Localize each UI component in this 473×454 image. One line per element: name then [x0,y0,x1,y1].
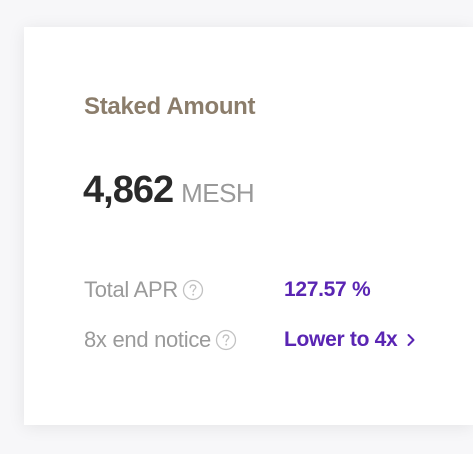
end-notice-label-group: 8x end notice [84,327,284,353]
lower-to-4x-label: Lower to 4x [284,328,398,351]
total-apr-label-group: Total APR [84,277,284,303]
total-apr-value: 127.57 % [284,278,371,301]
total-apr-help-icon[interactable] [182,279,204,301]
end-notice-row: 8x end notice Lower to 4x [84,325,417,355]
end-notice-label: 8x end notice [84,327,211,352]
chevron-right-icon [405,332,417,348]
lower-to-4x-link[interactable]: Lower to 4x [284,328,417,352]
staked-amount-unit: MESH [181,178,255,208]
card-title: Staked Amount [84,93,256,120]
staked-amount-card: Staked Amount 4,862 MESH Total APR 127.5… [24,27,473,425]
total-apr-label: Total APR [84,277,178,302]
total-apr-row: Total APR 127.57 % [84,275,371,305]
end-notice-help-icon[interactable] [215,329,237,351]
staked-amount: 4,862 MESH [83,169,255,212]
staked-amount-value: 4,862 [83,169,174,211]
